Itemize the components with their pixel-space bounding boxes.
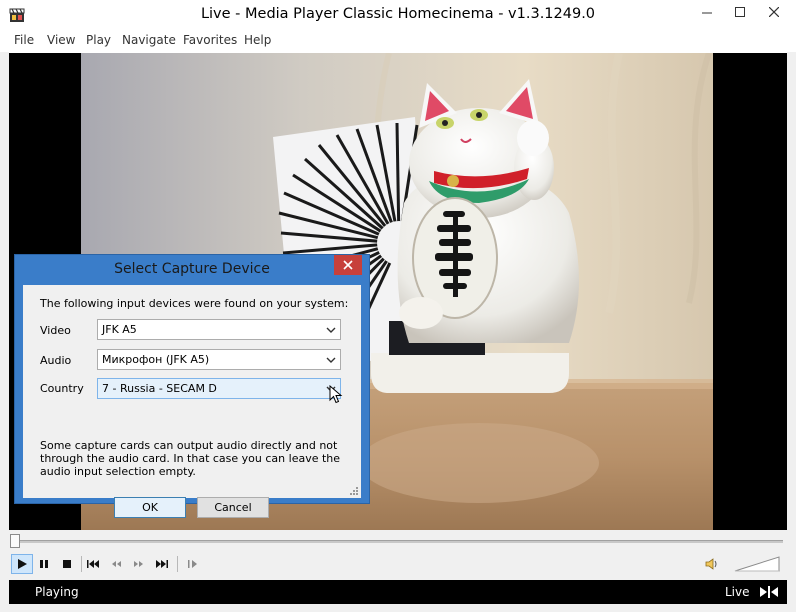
time-display[interactable]: Live <box>725 585 750 599</box>
frame-step-icon <box>188 560 197 568</box>
stop-icon <box>63 560 71 568</box>
intro-text: The following input devices were found o… <box>40 297 349 310</box>
window-frame-bottom <box>0 604 796 612</box>
frame-step-button[interactable] <box>182 554 204 574</box>
playback-controls <box>9 530 787 580</box>
seek-thumb[interactable] <box>10 534 20 548</box>
skip-back-button[interactable] <box>82 554 104 574</box>
title-bar: Live - Media Player Classic Homecinema -… <box>0 0 796 30</box>
mouse-cursor-icon <box>329 385 343 404</box>
tv-signal-icon <box>760 586 778 598</box>
skip-forward-button[interactable] <box>151 554 173 574</box>
mute-button[interactable] <box>701 554 723 574</box>
media-player-window: Live - Media Player Classic Homecinema -… <box>0 0 796 612</box>
rewind-button[interactable] <box>105 554 127 574</box>
country-label: Country <box>40 382 84 395</box>
playback-status: Playing <box>35 585 79 599</box>
stop-button[interactable] <box>56 554 78 574</box>
chevron-down-icon <box>326 357 336 363</box>
resize-grip-icon[interactable] <box>350 487 358 495</box>
dialog-close-button[interactable] <box>334 255 362 275</box>
status-bar: Playing Live <box>9 580 787 604</box>
audio-label: Audio <box>40 354 72 367</box>
capture-note: Some capture cards can output audio dire… <box>40 439 341 478</box>
menu-bar: File View Play Navigate Favorites Help <box>0 30 796 52</box>
dialog-body: The following input devices were found o… <box>23 285 361 518</box>
close-icon <box>769 7 779 17</box>
skip-back-icon <box>87 560 99 568</box>
audio-device-value: Микрофон (JFK A5) <box>102 353 210 366</box>
minimize-button[interactable] <box>690 0 724 24</box>
toolbar-separator <box>177 556 178 572</box>
fast-forward-icon <box>134 561 143 567</box>
cancel-button[interactable]: Cancel <box>197 497 269 518</box>
pause-button[interactable] <box>33 554 55 574</box>
audio-device-select[interactable]: Микрофон (JFK A5) <box>97 349 341 370</box>
close-icon <box>343 260 353 270</box>
skip-forward-icon <box>156 560 168 568</box>
menu-play[interactable]: Play <box>86 33 111 47</box>
menu-view[interactable]: View <box>47 33 75 47</box>
rewind-icon <box>112 561 121 567</box>
seek-bar[interactable] <box>13 540 783 543</box>
chevron-down-icon <box>326 327 336 333</box>
country-value: 7 - Russia - SECAM D <box>102 382 217 395</box>
menu-navigate[interactable]: Navigate <box>122 33 176 47</box>
play-icon <box>18 559 27 569</box>
video-device-select[interactable]: JFK A5 <box>97 319 341 340</box>
window-frame-right <box>787 52 796 612</box>
menu-favorites[interactable]: Favorites <box>183 33 237 47</box>
minimize-icon <box>702 12 712 14</box>
speaker-icon <box>705 558 717 570</box>
pause-icon <box>40 560 48 568</box>
maximize-button[interactable] <box>723 0 757 24</box>
window-title: Live - Media Player Classic Homecinema -… <box>200 6 596 22</box>
ok-button[interactable]: OK <box>114 497 186 518</box>
window-frame-left <box>0 52 9 612</box>
play-button[interactable] <box>11 554 33 574</box>
video-label: Video <box>40 324 71 337</box>
fast-forward-button[interactable] <box>128 554 150 574</box>
select-capture-device-dialog: Select Capture Device The following inpu… <box>14 254 370 518</box>
video-device-value: JFK A5 <box>102 323 137 336</box>
menu-help[interactable]: Help <box>244 33 271 47</box>
country-select[interactable]: 7 - Russia - SECAM D <box>97 378 341 399</box>
maximize-icon <box>735 7 745 17</box>
volume-slider[interactable] <box>733 555 783 573</box>
menu-file[interactable]: File <box>14 33 34 47</box>
close-button[interactable] <box>757 0 791 24</box>
dialog-title: Select Capture Device <box>114 261 270 277</box>
